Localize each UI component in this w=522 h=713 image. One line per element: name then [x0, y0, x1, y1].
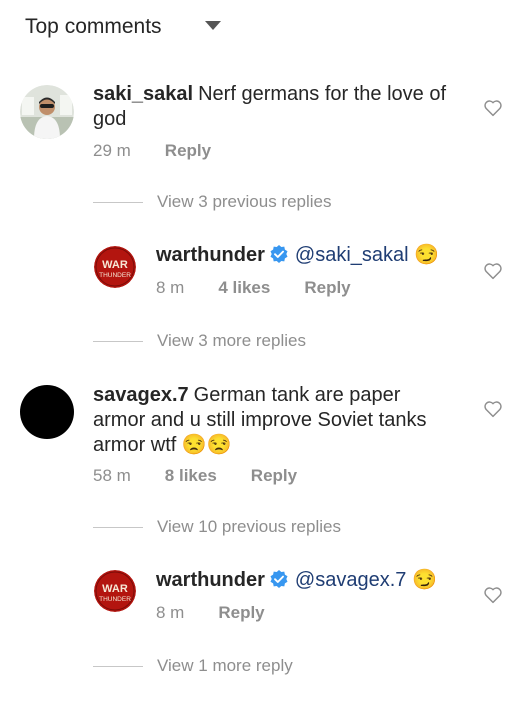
comment-likes[interactable]: 8 likes: [165, 466, 217, 486]
reply-username[interactable]: warthunder: [156, 569, 265, 591]
verified-badge-icon: [270, 570, 288, 588]
comment-time: 29 m: [93, 141, 131, 160]
divider-line: [93, 201, 143, 203]
sort-label: Top comments: [25, 15, 162, 38]
comment-text: Nerf germans for the love of: [198, 83, 446, 105]
reply-button[interactable]: Reply: [218, 603, 264, 623]
divider-line: [93, 526, 143, 528]
emoji-unamused: 😒😒: [181, 434, 232, 456]
reply-button[interactable]: Reply: [251, 466, 297, 486]
comment-meta: 29 m Reply: [93, 141, 211, 161]
emoji-smirk: 😏: [411, 569, 437, 591]
svg-text:THUNDER: THUNDER: [99, 272, 131, 279]
svg-text:WAR: WAR: [102, 583, 128, 595]
user-photo-icon: [20, 85, 74, 139]
reply-time: 8 m: [156, 603, 185, 622]
war-thunder-logo-icon: WAR THUNDER: [94, 570, 136, 612]
view-previous-replies[interactable]: View 10 previous replies: [93, 517, 341, 537]
view-previous-label: View 10 previous replies: [157, 517, 341, 536]
svg-text:THUNDER: THUNDER: [99, 596, 131, 603]
comment-body: savagex.7 German tank are paper armor and…: [93, 383, 483, 458]
warthunder-avatar[interactable]: WAR THUNDER: [94, 246, 136, 288]
reply-body: warthunder @savagex.7 😏: [156, 568, 476, 593]
like-heart-icon[interactable]: [483, 262, 503, 280]
view-previous-label: View 3 previous replies: [157, 192, 332, 211]
divider-line: [93, 665, 143, 667]
avatar[interactable]: [20, 85, 74, 139]
reply-time: 8 m: [156, 278, 185, 297]
reply-button[interactable]: Reply: [304, 278, 350, 298]
avatar[interactable]: [20, 385, 74, 439]
verified-badge-icon: [270, 245, 288, 263]
divider-line: [93, 340, 143, 342]
reply-button[interactable]: Reply: [165, 141, 211, 161]
view-more-replies[interactable]: View 1 more reply: [93, 656, 293, 676]
view-more-replies[interactable]: View 3 more replies: [93, 331, 306, 351]
comment-username[interactable]: saki_sakal: [93, 83, 193, 105]
like-heart-icon[interactable]: [483, 400, 503, 418]
mention-link[interactable]: @saki_sakal: [295, 244, 409, 266]
mention-link[interactable]: @savagex.7: [295, 569, 406, 591]
sort-dropdown-icon[interactable]: [205, 21, 221, 30]
comment-time: 58 m: [93, 466, 131, 485]
view-more-label: View 1 more reply: [157, 656, 293, 675]
comment-text: German tank are paper: [193, 384, 401, 406]
war-thunder-logo-icon: WAR THUNDER: [94, 246, 136, 288]
comment-text-cont: god: [93, 108, 127, 130]
reply-username[interactable]: warthunder: [156, 244, 265, 266]
comment-text-cont: armor and u still improve Soviet tanks: [93, 409, 427, 431]
comment-username[interactable]: savagex.7: [93, 384, 189, 406]
warthunder-avatar[interactable]: WAR THUNDER: [94, 570, 136, 612]
view-more-label: View 3 more replies: [157, 331, 306, 350]
comment-text-cont: armor wtf: [93, 434, 177, 456]
emoji-smirk: 😏: [414, 244, 440, 266]
reply-body: warthunder @saki_sakal 😏: [156, 243, 476, 268]
svg-text:WAR: WAR: [102, 259, 128, 271]
like-heart-icon[interactable]: [483, 99, 503, 117]
reply-meta: 8 m Reply: [156, 603, 265, 623]
comment-meta: 58 m 8 likes Reply: [93, 466, 297, 486]
reply-meta: 8 m 4 likes Reply: [156, 278, 351, 298]
view-previous-replies[interactable]: View 3 previous replies: [93, 192, 332, 212]
comment-body: saki_sakal Nerf germans for the love of g…: [93, 82, 473, 132]
like-heart-icon[interactable]: [483, 586, 503, 604]
reply-likes[interactable]: 4 likes: [218, 278, 270, 298]
comments-sort-header[interactable]: Top comments: [25, 12, 162, 42]
